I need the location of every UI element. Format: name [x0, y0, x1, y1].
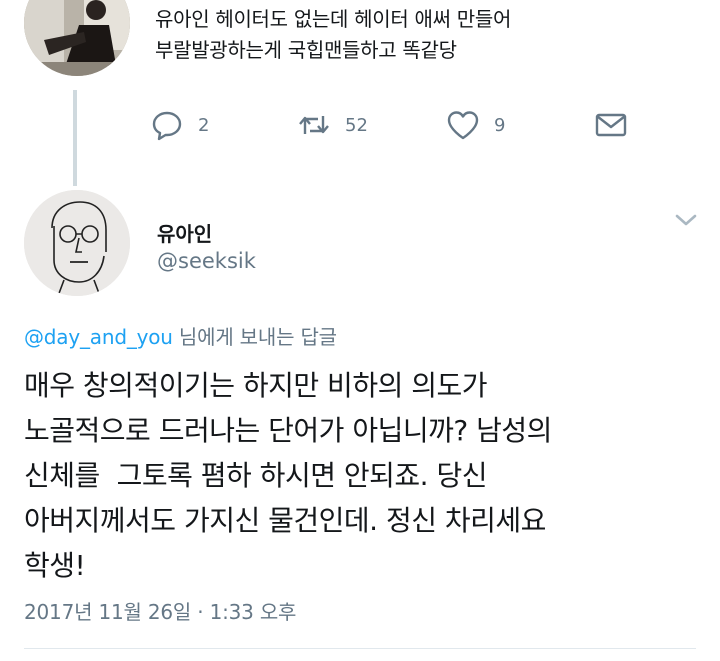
retweet-button[interactable]: 52 — [297, 108, 368, 142]
direct-message-button[interactable] — [594, 108, 628, 142]
like-count: 9 — [494, 114, 506, 136]
previous-tweet-line-2: 부랄발광하는게 국힙맨들하고 똑같당 — [155, 38, 457, 62]
reply-author-name[interactable]: 유아인 — [157, 218, 212, 247]
replying-to-line: @day_and_you 님에게 보내는 답글 — [24, 321, 337, 350]
tweet-menu-button[interactable] — [672, 206, 700, 234]
retweet-count: 52 — [345, 114, 368, 136]
retweet-icon — [299, 116, 329, 134]
replying-to-mention-link[interactable]: @day_and_you — [24, 325, 173, 349]
like-button[interactable]: 9 — [446, 108, 505, 142]
reply-author-avatar[interactable] — [24, 190, 130, 296]
previous-tweet-avatar[interactable] — [24, 0, 130, 76]
tweet-timestamp[interactable]: 2017년 11월 26일 · 1:33 오후 — [24, 596, 296, 625]
reply-button[interactable]: 2 — [150, 108, 209, 142]
divider — [24, 648, 696, 649]
replying-to-label: 님에게 보내는 답글 — [172, 325, 337, 349]
thread-connector-line — [73, 90, 77, 186]
reply-icon — [152, 111, 182, 141]
avatar-sketch — [24, 190, 130, 296]
chevron-down-icon — [675, 214, 697, 226]
reply-tweet-body: 매우 창의적이기는 하지만 비하의 의도가 노골적으로 드러나는 단어가 아닙니… — [24, 369, 552, 582]
reply-author-handle[interactable]: @seeksik — [157, 249, 256, 273]
like-icon — [447, 111, 479, 140]
previous-tweet-text: 유아인 헤이터도 없는데 헤이터 애써 만들어 부랄발광하는게 국힙맨들하고 똑… — [155, 4, 695, 66]
direct-message-icon — [595, 113, 627, 137]
reply-count: 2 — [198, 114, 210, 136]
avatar-photo — [24, 0, 130, 76]
previous-tweet-line-1: 유아인 헤이터도 없는데 헤이터 애써 만들어 — [155, 7, 512, 31]
